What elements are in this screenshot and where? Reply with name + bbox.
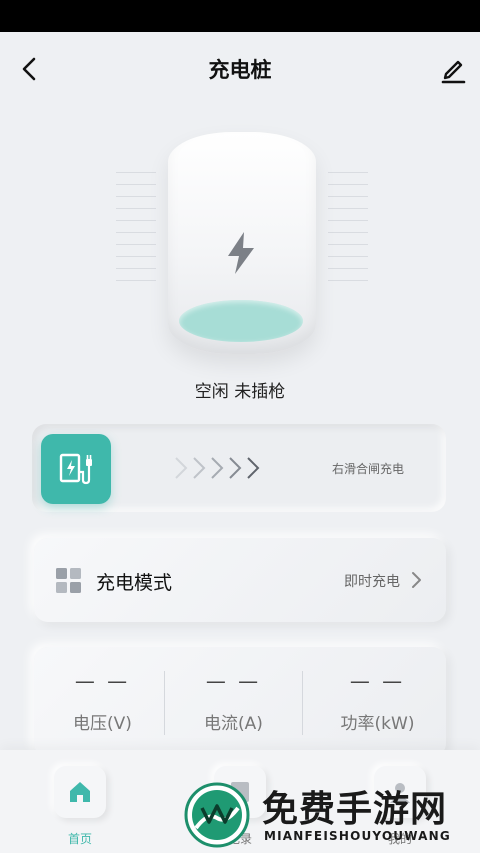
charger-visual — [110, 128, 374, 360]
charge-mode-value: 即时充电 — [344, 574, 400, 590]
status-bar — [0, 0, 480, 32]
slide-hint: 右滑合闸充电 — [331, 462, 404, 476]
edit-button[interactable] — [438, 52, 468, 86]
voltage-value: — — — [74, 669, 131, 693]
site-watermark: 免费手游网 MIANFEISHOUYOUWANG — [180, 776, 480, 853]
charge-mode-label: 充电模式 — [96, 572, 173, 594]
grid-icon — [56, 568, 81, 593]
swipe-arrows-icon — [175, 457, 260, 479]
charger-plug-icon — [59, 453, 92, 485]
divider — [302, 671, 303, 735]
current-value: — — — [205, 669, 262, 693]
nav-bar: 充电桩 — [0, 32, 480, 108]
slide-to-charge[interactable]: 右滑合闸充电 — [32, 424, 446, 512]
charger-status: 空闲 未插枪 — [194, 382, 286, 402]
site-logo — [184, 782, 250, 848]
current-label: 电流(A) — [204, 714, 263, 734]
electrical-stats: — — 电压(V) — — 电流(A) — — 功率(kW) — [34, 647, 446, 757]
current-stat: — — 电流(A) — [165, 647, 302, 757]
tick-scale-right — [328, 172, 368, 302]
tab-home-label: 首页 — [67, 832, 92, 846]
charge-capsule — [168, 132, 316, 354]
charge-mode-row[interactable]: 充电模式 即时充电 — [34, 538, 446, 622]
watermark-subtitle: MIANFEISHOUYOUWANG — [264, 829, 451, 843]
power-label: 功率(kW) — [340, 714, 415, 734]
tab-home[interactable]: 首页 — [50, 766, 110, 846]
lightning-icon — [228, 232, 254, 274]
chevron-right-icon — [412, 572, 421, 588]
voltage-label: 电压(V) — [73, 714, 132, 734]
tick-scale-left — [116, 172, 156, 302]
pencil-icon — [441, 60, 466, 84]
watermark-title: 免费手游网 — [262, 789, 448, 830]
power-value: — — — [349, 669, 406, 693]
home-icon — [70, 782, 90, 802]
charge-level-fill — [179, 300, 303, 342]
page-title: 充电桩 — [208, 58, 272, 82]
slide-handle[interactable] — [41, 434, 111, 504]
voltage-stat: — — 电压(V) — [34, 647, 171, 757]
power-stat: — — 功率(kW) — [309, 647, 446, 757]
